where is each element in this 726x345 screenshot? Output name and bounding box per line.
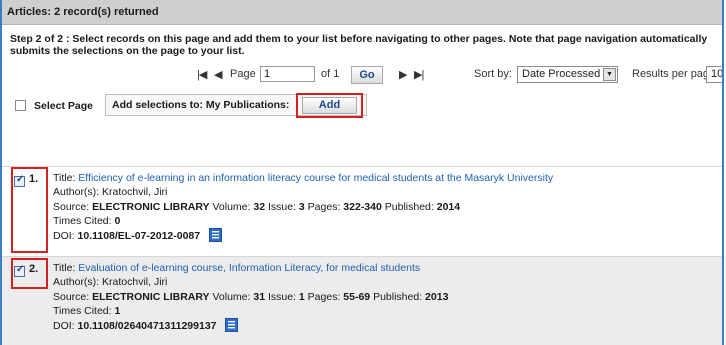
volume-label: Volume: (212, 200, 251, 213)
page-count: of 1 (321, 68, 340, 80)
dropdown-arrow-icon[interactable]: ▼ (603, 68, 616, 81)
doi-label: DOI: (53, 230, 75, 243)
select-page-checkbox[interactable] (15, 100, 26, 111)
record-pages: 55-69 (343, 290, 371, 303)
pages-label: Pages: (307, 290, 341, 303)
record-details: Title: Evaluation of e-learning course, … (53, 261, 448, 336)
record-doi: 10.1108/EL-07-2012-0087 (77, 230, 201, 243)
volume-label: Volume: (212, 290, 251, 303)
results-per-page-value: 10 (711, 68, 724, 80)
record-2-highlight (11, 258, 48, 289)
sort-label: Sort by: (474, 68, 512, 80)
results-header: Articles: 2 record(s) returned (2, 0, 722, 25)
doi-label: DOI: (53, 320, 75, 333)
last-page-icon[interactable]: ▶| (414, 68, 424, 81)
record-volume: 31 (253, 290, 266, 303)
record-times-cited: 1 (114, 304, 121, 317)
record-authors: Kratochvil, Jiri (102, 186, 168, 199)
next-page-icon[interactable]: ▶ (399, 68, 408, 81)
record-row: 1. Title: Efficiency of e-learning in an… (2, 166, 722, 255)
prev-page-icon[interactable]: ◀ (214, 68, 223, 81)
document-icon[interactable] (209, 228, 223, 246)
title-label: Title: (53, 262, 76, 274)
issue-label: Issue: (267, 200, 296, 213)
select-page-label: Select Page (34, 100, 93, 112)
record-title-link[interactable]: Evaluation of e-learning course, Informa… (78, 262, 420, 274)
go-button[interactable]: Go (351, 66, 383, 84)
page-input[interactable]: 1 (260, 66, 315, 82)
source-label: Source: (53, 290, 90, 303)
times-cited-label: Times Cited: (53, 214, 112, 227)
record-published: 2014 (436, 200, 461, 213)
document-icon[interactable] (225, 318, 239, 336)
sort-select[interactable]: Date Processed ▼ (517, 66, 618, 83)
first-page-icon[interactable]: |◀ (197, 68, 207, 81)
record-issue: 3 (298, 200, 305, 213)
record-row: 2. Title: Evaluation of e-learning cours… (2, 256, 722, 345)
pagination-bar: |◀ ◀ Page 1 of 1 Go ▶ ▶| Sort by: Date P… (2, 63, 722, 89)
record-issue: 1 (298, 290, 305, 303)
record-source: ELECTRONIC LIBRARY (92, 290, 210, 303)
record-details: Title: Efficiency of e-learning in an in… (53, 171, 553, 246)
published-label: Published: (384, 200, 434, 213)
record-pages: 322-340 (343, 200, 382, 213)
record-volume: 32 (253, 200, 266, 213)
record-times-cited: 0 (114, 214, 121, 227)
published-label: Published: (373, 290, 423, 303)
add-button[interactable]: Add (302, 97, 357, 114)
source-label: Source: (53, 200, 90, 213)
record-authors: Kratochvil, Jiri (102, 276, 168, 289)
record-1-highlight (11, 167, 48, 253)
authors-label: Author(s): (53, 276, 100, 289)
record-source: ELECTRONIC LIBRARY (92, 200, 210, 213)
pages-label: Pages: (307, 200, 341, 213)
selection-bar: Select Page Add selections to: My Public… (2, 91, 722, 119)
issue-label: Issue: (267, 290, 296, 303)
record-title-link[interactable]: Efficiency of e-learning in an informati… (78, 172, 553, 184)
record-published: 2013 (425, 290, 449, 303)
results-per-page-select[interactable]: 10 (706, 66, 724, 83)
record-doi: 10.1108/02640471311299137 (77, 320, 217, 333)
authors-label: Author(s): (53, 186, 100, 199)
times-cited-label: Times Cited: (53, 304, 112, 317)
sort-value: Date Processed (522, 68, 601, 80)
add-selections-label: Add selections to: My Publications: (112, 99, 290, 111)
results-panel: Articles: 2 record(s) returned Step 2 of… (0, 0, 724, 345)
title-label: Title: (53, 172, 76, 184)
page-label: Page (230, 68, 256, 80)
instructions-text: Step 2 of 2 : Select records on this pag… (10, 33, 708, 57)
